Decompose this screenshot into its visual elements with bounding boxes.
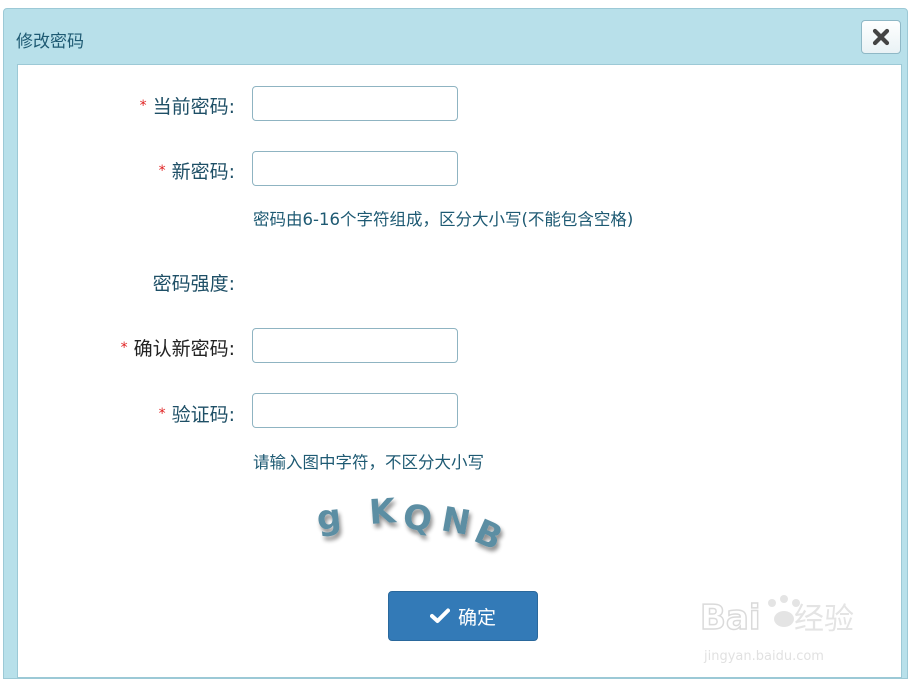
required-mark: * xyxy=(158,163,166,179)
new-password-input[interactable] xyxy=(252,151,458,186)
captcha-graphic: g K Q NB xyxy=(315,491,509,559)
confirm-password-label: * 确认新密码: xyxy=(120,338,235,360)
current-password-input[interactable] xyxy=(252,86,458,121)
dialog-title: 修改密码 xyxy=(16,32,84,52)
close-button[interactable] xyxy=(861,20,901,54)
check-icon xyxy=(429,608,450,623)
captcha-char: K xyxy=(368,491,399,533)
dialog-body: * 当前密码: * 新密码: 密码由6-16个字符组成，区分大小写(不能包含空格) … xyxy=(17,64,902,678)
watermark-url: jingyan.baidu.com xyxy=(704,649,824,664)
svg-text:经验: 经验 xyxy=(794,602,854,637)
required-mark: * xyxy=(139,98,147,114)
new-password-hint: 密码由6-16个字符组成，区分大小写(不能包含空格) xyxy=(253,210,634,229)
current-password-label: * 当前密码: xyxy=(139,96,235,118)
captcha-input[interactable] xyxy=(252,393,458,428)
captcha-char: N xyxy=(438,499,473,543)
baidu-paw-logo: Bai 经验 xyxy=(699,595,854,639)
baidu-watermark: Bai 经验 jingyan.baidu.com xyxy=(694,589,874,669)
captcha-char: g xyxy=(315,497,343,539)
required-mark: * xyxy=(120,340,128,356)
captcha-char: B xyxy=(468,512,508,558)
captcha-image[interactable]: gKQNB xyxy=(300,488,520,562)
svg-text:Bai: Bai xyxy=(700,598,761,638)
change-password-dialog: 修改密码 * 当前密码: * 新密码: 密码由6-16个字符组成，区分大小写(不能包… xyxy=(3,8,908,679)
new-password-label: * 新密码: xyxy=(158,161,235,183)
required-mark: * xyxy=(158,406,166,422)
dialog-titlebar: 修改密码 xyxy=(4,9,907,65)
confirm-password-input[interactable] xyxy=(252,328,458,363)
captcha-char: Q xyxy=(401,497,434,540)
password-strength-label: 密码强度: xyxy=(152,273,235,295)
captcha-label: * 验证码: xyxy=(158,404,235,426)
captcha-hint: 请输入图中字符，不区分大小写 xyxy=(253,453,484,472)
confirm-button[interactable]: 确定 xyxy=(388,591,538,641)
close-x-icon xyxy=(872,28,890,46)
confirm-button-label: 确定 xyxy=(457,606,496,629)
